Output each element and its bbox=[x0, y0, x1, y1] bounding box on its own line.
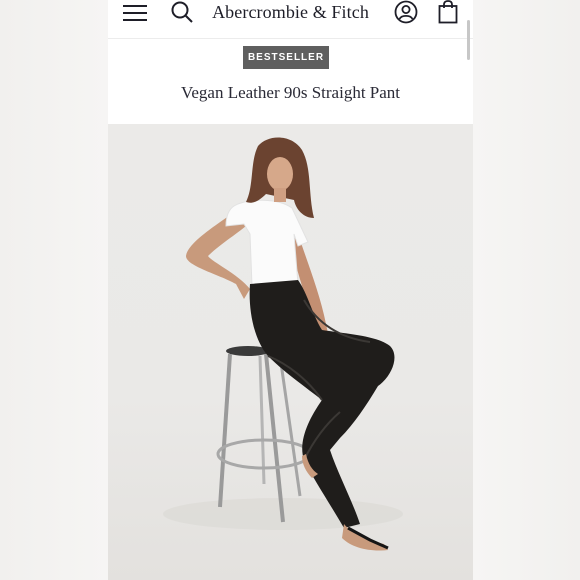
product-photo[interactable] bbox=[108, 124, 473, 580]
account-icon[interactable] bbox=[393, 0, 419, 24]
product-title: Vegan Leather 90s Straight Pant bbox=[180, 83, 401, 102]
page-background-left bbox=[0, 0, 108, 580]
top-navigation-bar: Abercrombie & Fitch bbox=[108, 0, 473, 39]
mobile-screen: Abercrombie & Fitch BESTSELLER Vegan Lea… bbox=[108, 0, 473, 580]
model-illustration bbox=[163, 137, 403, 551]
scrollbar[interactable] bbox=[467, 20, 470, 60]
page-background-right bbox=[473, 0, 580, 580]
bestseller-badge: BESTSELLER bbox=[243, 46, 329, 69]
shopping-bag-icon[interactable] bbox=[437, 0, 459, 24]
